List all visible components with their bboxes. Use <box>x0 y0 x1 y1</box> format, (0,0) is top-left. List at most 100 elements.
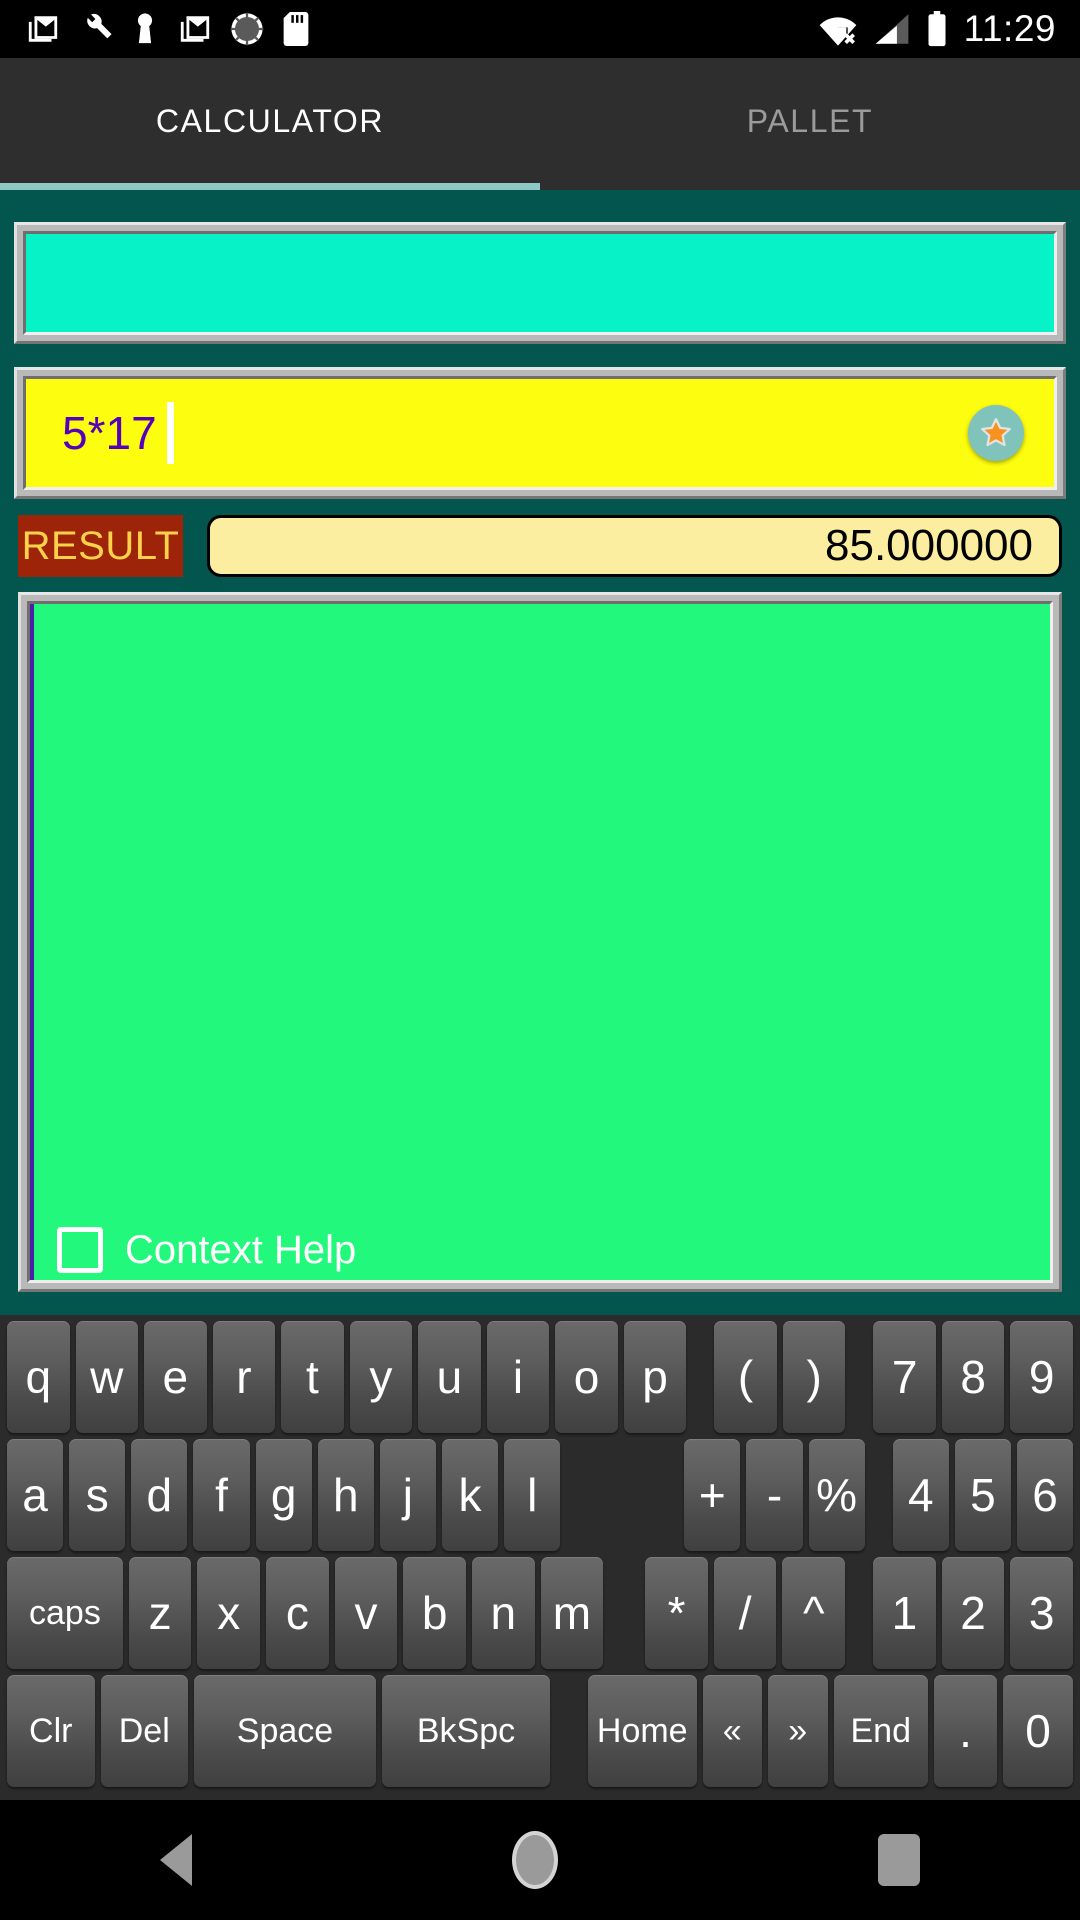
key-e[interactable]: e <box>144 1321 207 1433</box>
status-bar: 11:29 <box>0 0 1080 58</box>
key-slash[interactable]: / <box>713 1557 777 1669</box>
result-label: RESULT <box>18 515 183 577</box>
output-area[interactable] <box>30 604 1050 1280</box>
key-home[interactable]: Home <box>588 1675 697 1787</box>
key-z[interactable]: z <box>128 1557 192 1669</box>
wifi-no-connection-icon <box>819 17 856 46</box>
context-help-label: Context Help <box>125 1227 357 1272</box>
key-r[interactable]: r <box>212 1321 276 1433</box>
tab-calculator[interactable]: CALCULATOR <box>0 58 540 184</box>
calculator-panel: 5*17 RESULT 85.000000 Context Help <box>0 190 1080 1315</box>
key-1[interactable]: 1 <box>873 1557 936 1669</box>
tab-pallet[interactable]: PALLET <box>540 58 1080 184</box>
key-delete[interactable]: Del <box>100 1675 188 1787</box>
key-t[interactable]: t <box>281 1321 344 1433</box>
sdcard-icon <box>283 12 309 46</box>
keyboard-gap <box>553 1675 585 1787</box>
result-value[interactable]: 85.000000 <box>207 515 1062 577</box>
context-help-checkbox[interactable] <box>57 1227 103 1273</box>
expression-input-frame: 5*17 <box>14 367 1066 499</box>
key-space[interactable]: Space <box>194 1675 376 1787</box>
key-y[interactable]: y <box>349 1321 413 1433</box>
key-6[interactable]: 6 <box>1016 1439 1074 1551</box>
tab-bar: CALCULATOR PALLET <box>0 58 1080 190</box>
key-b[interactable]: b <box>403 1557 466 1669</box>
key-k[interactable]: k <box>441 1439 499 1551</box>
key-p[interactable]: p <box>623 1321 687 1433</box>
key-asterisk[interactable]: * <box>645 1557 708 1669</box>
key-open-paren[interactable]: ( <box>714 1321 777 1433</box>
key-4[interactable]: 4 <box>892 1439 949 1551</box>
key-percent[interactable]: % <box>808 1439 865 1551</box>
output-area-frame: Context Help <box>18 592 1062 1292</box>
recents-square-icon[interactable] <box>878 1834 920 1886</box>
status-bar-notification-icons <box>0 12 310 46</box>
key-x[interactable]: x <box>197 1557 261 1669</box>
gmail-icon <box>28 16 58 42</box>
secondary-display[interactable] <box>26 234 1054 332</box>
key-j[interactable]: j <box>379 1439 436 1551</box>
favorite-star-button[interactable] <box>968 405 1024 461</box>
key-n[interactable]: n <box>471 1557 535 1669</box>
key-caret[interactable]: ^ <box>782 1557 846 1669</box>
key-cursor-left[interactable]: « <box>702 1675 762 1787</box>
wrench-icon <box>87 14 112 39</box>
key-s[interactable]: s <box>69 1439 126 1551</box>
key-q[interactable]: q <box>7 1321 70 1433</box>
keyboard-row-2: a s d f g h j k l + - % 4 5 6 <box>4 1439 1076 1551</box>
keyboard-gap <box>563 1439 681 1551</box>
key-l[interactable]: l <box>504 1439 561 1551</box>
key-w[interactable]: w <box>75 1321 139 1433</box>
key-m[interactable]: m <box>540 1557 604 1669</box>
secondary-display-frame <box>14 222 1066 344</box>
key-i[interactable]: i <box>486 1321 550 1433</box>
key-8[interactable]: 8 <box>941 1321 1005 1433</box>
expression-text: 5*17 <box>62 407 157 459</box>
keyboard-row-4: Clr Del Space BkSpc Home « » End . 0 <box>4 1675 1076 1787</box>
expression-input[interactable]: 5*17 <box>26 379 1054 487</box>
result-row: RESULT 85.000000 <box>18 515 1062 577</box>
key-v[interactable]: v <box>334 1557 398 1669</box>
keyboard-row-1: q w e r t y u i o p ( ) 7 8 9 <box>4 1321 1076 1433</box>
key-backspace[interactable]: BkSpc <box>382 1675 550 1787</box>
key-g[interactable]: g <box>255 1439 312 1551</box>
key-clear[interactable]: Clr <box>7 1675 95 1787</box>
tab-active-underline <box>0 183 540 190</box>
key-c[interactable]: c <box>266 1557 329 1669</box>
keyboard-gap <box>848 1557 870 1669</box>
battery-full-icon <box>928 11 946 47</box>
key-decimal-point[interactable]: . <box>934 1675 997 1787</box>
key-9[interactable]: 9 <box>1010 1321 1073 1433</box>
key-5[interactable]: 5 <box>954 1439 1011 1551</box>
back-triangle-icon[interactable] <box>160 1834 192 1886</box>
key-a[interactable]: a <box>7 1439 64 1551</box>
keyboard-gap <box>848 1321 870 1433</box>
key-2[interactable]: 2 <box>941 1557 1005 1669</box>
home-circle-icon[interactable] <box>512 1831 558 1889</box>
key-cursor-right[interactable]: » <box>768 1675 828 1787</box>
key-close-paren[interactable]: ) <box>782 1321 846 1433</box>
key-7[interactable]: 7 <box>873 1321 936 1433</box>
context-help-row[interactable]: Context Help <box>57 1227 356 1273</box>
key-h[interactable]: h <box>317 1439 374 1551</box>
keyhole-icon <box>137 13 153 44</box>
key-0[interactable]: 0 <box>1003 1675 1073 1787</box>
key-caps[interactable]: caps <box>7 1557 123 1669</box>
sync-spinner-icon <box>230 12 264 46</box>
key-plus[interactable]: + <box>684 1439 741 1551</box>
custom-keyboard: q w e r t y u i o p ( ) 7 8 9 a s d f g … <box>0 1315 1080 1800</box>
key-end[interactable]: End <box>833 1675 928 1787</box>
key-minus[interactable]: - <box>746 1439 803 1551</box>
key-o[interactable]: o <box>555 1321 618 1433</box>
keyboard-row-3: caps z x c v b n m * / ^ 1 2 3 <box>4 1557 1076 1669</box>
status-bar-clock: 11:29 <box>963 8 1056 49</box>
keyboard-gap <box>689 1321 711 1433</box>
key-3[interactable]: 3 <box>1010 1557 1073 1669</box>
star-icon <box>981 417 1011 447</box>
keyboard-gap <box>606 1557 642 1669</box>
key-u[interactable]: u <box>418 1321 481 1433</box>
key-f[interactable]: f <box>193 1439 250 1551</box>
gmail-icon <box>180 16 210 42</box>
key-d[interactable]: d <box>131 1439 188 1551</box>
status-bar-system-icons: 11:29 <box>818 8 1080 50</box>
